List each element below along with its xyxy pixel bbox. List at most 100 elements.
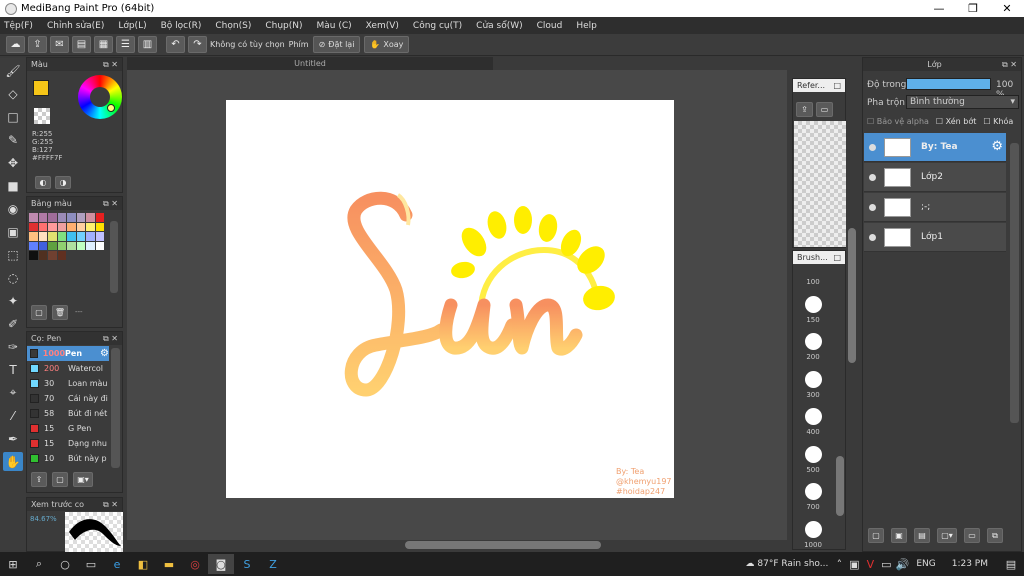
- palette-swatch[interactable]: [29, 232, 38, 241]
- duplicate-layer-icon[interactable]: ⧉: [987, 528, 1003, 543]
- menu-snap[interactable]: Chụp(N): [265, 21, 302, 31]
- brush-menu-icon[interactable]: ▣▾: [73, 472, 93, 487]
- vertical-scrollbar[interactable]: [847, 78, 857, 548]
- rect-select-icon[interactable]: ⬚: [3, 245, 23, 264]
- upload-icon[interactable]: ⇪: [28, 36, 47, 53]
- delete-palette-icon[interactable]: 🗑: [52, 305, 68, 320]
- edge-icon[interactable]: e: [104, 554, 130, 574]
- folder-icon[interactable]: ▭: [964, 528, 980, 543]
- palette-swatch[interactable]: [67, 222, 76, 231]
- brush-tool-icon[interactable]: 🖌: [3, 61, 23, 80]
- palette-swatch[interactable]: [86, 241, 95, 250]
- horizontal-scrollbar[interactable]: [127, 540, 787, 550]
- brush-item[interactable]: 200 Watercol: [27, 361, 109, 376]
- list-icon[interactable]: ☰: [116, 36, 135, 53]
- clock[interactable]: 1:23 PM: [942, 554, 998, 574]
- color-mode-icon[interactable]: ◐: [35, 176, 51, 189]
- lasso-select-icon[interactable]: ◌: [3, 268, 23, 287]
- palette-close-icon[interactable]: ⧉ ✕: [103, 199, 118, 209]
- palette-swatch[interactable]: [95, 241, 104, 250]
- palette-swatch[interactable]: [57, 251, 66, 260]
- palette-swatch[interactable]: [86, 213, 95, 222]
- select-eraser-icon[interactable]: ✑: [3, 337, 23, 356]
- brush-size-option[interactable]: 150: [793, 286, 833, 324]
- camera-icon[interactable]: ▣: [846, 554, 862, 574]
- visibility-icon[interactable]: [869, 173, 876, 181]
- chevron-up-icon[interactable]: ˄: [832, 554, 846, 574]
- lock-checkbox[interactable]: ☐ Khóa: [983, 117, 1013, 126]
- menu-edit[interactable]: Chỉnh sửa(E): [47, 21, 104, 31]
- operation-tool-icon[interactable]: ⌖: [3, 383, 23, 402]
- reference-folder-icon[interactable]: ▭: [816, 102, 833, 117]
- bucket-tool-icon[interactable]: ◉: [3, 199, 23, 218]
- menu-view[interactable]: Xem(V): [366, 21, 399, 31]
- weather-widget[interactable]: ☁ 87°F Rain sho...: [741, 554, 832, 574]
- new-layer-8bit-icon[interactable]: ▣: [891, 528, 907, 543]
- new-palette-icon[interactable]: ▢: [31, 305, 47, 320]
- brush-scrollbar[interactable]: [111, 348, 120, 468]
- brush-size-option[interactable]: 1000: [793, 511, 833, 549]
- palette-swatch[interactable]: [48, 213, 57, 222]
- comment-icon[interactable]: ✉: [50, 36, 69, 53]
- color-wheel[interactable]: [78, 75, 122, 119]
- clip-checkbox[interactable]: ☐ Xén bớt: [936, 117, 976, 126]
- palette-swatch[interactable]: [38, 213, 47, 222]
- palette-swatch[interactable]: [86, 222, 95, 231]
- menu-tools[interactable]: Công cụ(T): [413, 21, 462, 31]
- palette-swatch[interactable]: [86, 232, 95, 241]
- palette-swatch[interactable]: [76, 213, 85, 222]
- search-icon[interactable]: ⌕: [26, 554, 52, 574]
- new-layer-1bit-icon[interactable]: ▤: [914, 528, 930, 543]
- palette-swatch[interactable]: [29, 222, 38, 231]
- palette-swatch[interactable]: [29, 251, 38, 260]
- brush-item[interactable]: 15 Dạng nhu: [27, 436, 109, 451]
- protect-alpha-checkbox[interactable]: ☐ Bảo vệ alpha: [867, 117, 929, 126]
- eyedropper-icon[interactable]: ✒: [3, 429, 23, 448]
- eraser-tool-icon[interactable]: ◇: [3, 84, 23, 103]
- brush-size-scroll-thumb[interactable]: [836, 456, 844, 516]
- text-tool-icon[interactable]: T: [3, 360, 23, 379]
- primary-color-swatch[interactable]: [33, 80, 49, 96]
- gear-icon[interactable]: ⚙: [991, 139, 1003, 154]
- reset-button[interactable]: ⊘ Đặt lại: [312, 36, 361, 53]
- palette-swatch[interactable]: [76, 222, 85, 231]
- close-button[interactable]: ✕: [990, 0, 1024, 17]
- brush-size-option[interactable]: 300: [793, 361, 833, 399]
- palette-scrollbar[interactable]: [110, 221, 118, 293]
- palette-swatch[interactable]: [95, 222, 104, 231]
- brush-close-icon[interactable]: ⧉ ✕: [103, 334, 118, 344]
- select-pen-icon[interactable]: ✐: [3, 314, 23, 333]
- palette-swatch[interactable]: [67, 232, 76, 241]
- menu-file[interactable]: Tệp(F): [4, 21, 33, 31]
- zalo-icon[interactable]: Z: [260, 554, 286, 574]
- palette-swatch[interactable]: [57, 213, 66, 222]
- brush-size-option[interactable]: 100: [793, 271, 833, 286]
- layer-close-icon[interactable]: ⧉ ✕: [1002, 60, 1017, 70]
- medibang-taskbar-icon[interactable]: ◙: [208, 554, 234, 574]
- palette-swatch[interactable]: [95, 213, 104, 222]
- layer-scrollbar[interactable]: [1010, 143, 1019, 423]
- brush-size-option[interactable]: 400: [793, 399, 833, 436]
- layer-row[interactable]: Lớp2: [864, 163, 1006, 192]
- menu-cloud[interactable]: Cloud: [537, 21, 563, 31]
- palette-swatch[interactable]: [48, 241, 57, 250]
- preview-close-icon[interactable]: ⧉ ✕: [103, 500, 118, 510]
- palette-swatch[interactable]: [29, 241, 38, 250]
- redo-icon[interactable]: ↷: [188, 36, 207, 53]
- visibility-icon[interactable]: [869, 203, 876, 211]
- reference-upload-icon[interactable]: ⇪: [796, 102, 813, 117]
- store-icon[interactable]: ◧: [130, 554, 156, 574]
- new-brush-icon[interactable]: ▢: [52, 472, 68, 487]
- skype-icon[interactable]: S: [234, 554, 260, 574]
- palette-swatch[interactable]: [48, 251, 57, 260]
- language-indicator[interactable]: ENG: [910, 554, 941, 574]
- reference-close-icon[interactable]: □: [833, 81, 841, 90]
- windows-start-icon[interactable]: ⊞: [0, 554, 26, 574]
- canvas-paper[interactable]: By: Tea @khemyu197 #hoidap247: [226, 100, 674, 498]
- palette-swatch[interactable]: [57, 222, 66, 231]
- fill-rect-tool-icon[interactable]: ■: [3, 176, 23, 195]
- palette-swatch[interactable]: [38, 222, 47, 231]
- palette-swatch[interactable]: [95, 232, 104, 241]
- document-tab[interactable]: Untitled: [127, 57, 493, 70]
- panel-close-icon[interactable]: ⧉ ✕: [103, 60, 118, 70]
